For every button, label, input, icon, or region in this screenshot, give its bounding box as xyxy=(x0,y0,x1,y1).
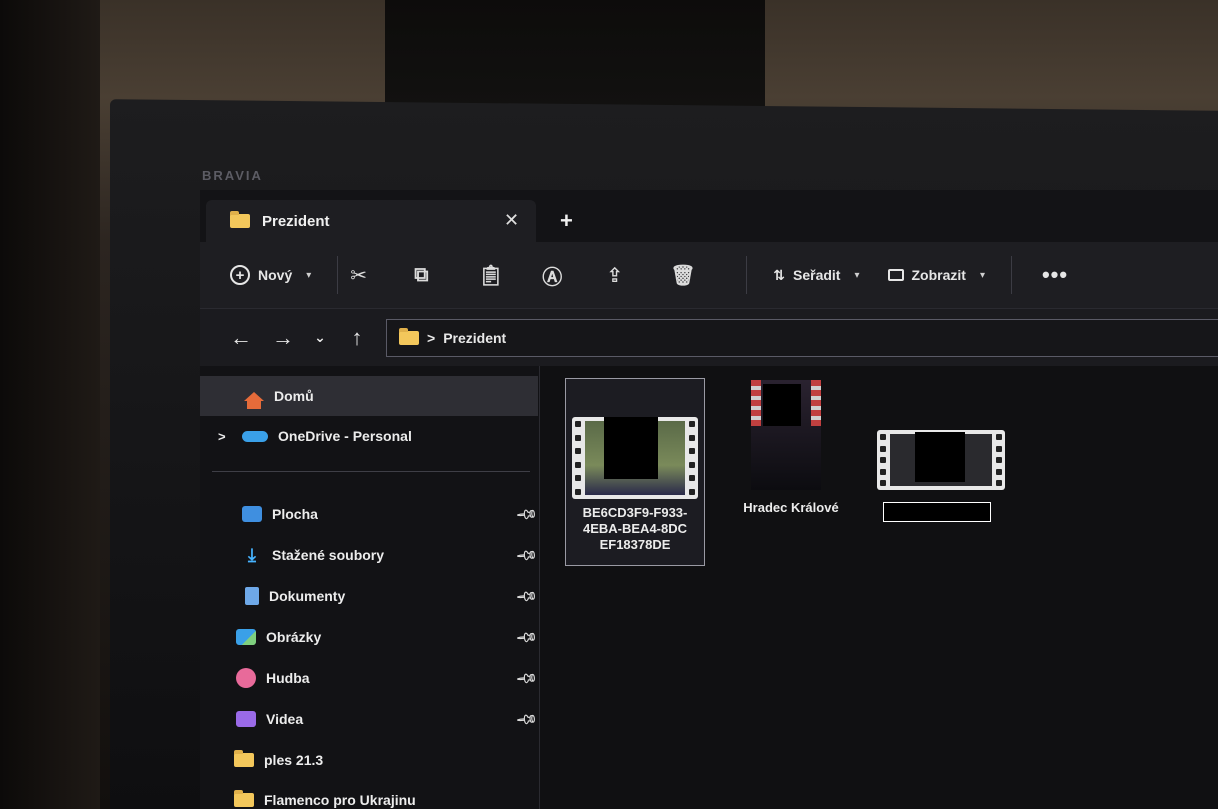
pin-icon[interactable]: 📌︎ xyxy=(515,502,539,526)
back-arrow-icon[interactable]: ← xyxy=(220,325,262,351)
file-item-hradec[interactable]: Hradec Králové xyxy=(721,378,861,528)
view-button[interactable]: Zobrazit ▾ xyxy=(887,267,985,283)
cloud-icon xyxy=(242,430,268,442)
pictures-icon xyxy=(236,629,256,645)
pin-icon[interactable]: 📌︎ xyxy=(515,625,539,649)
file-explorer-window: Prezident ✕ + + Nový ▾ ✂ ⧉ 📋︎ Ⓐ ⇪ 🗑︎ ⇅ S… xyxy=(200,190,1218,809)
sidebar-item-downloads[interactable]: ⤓ Stažené soubory 📌︎ xyxy=(200,535,539,575)
cut-icon[interactable]: ✂ xyxy=(350,263,414,288)
delete-icon[interactable]: 🗑︎ xyxy=(670,263,734,288)
sidebar-item-pictures[interactable]: Obrázky 📌︎ xyxy=(200,617,539,657)
file-name-line: BE6CD3F9-F933- xyxy=(582,505,688,520)
monitor-brand: BRAVIA xyxy=(202,168,263,183)
redacted-file-name xyxy=(883,502,991,522)
toolbar-separator xyxy=(1010,256,1012,294)
video-thumbnail xyxy=(572,417,698,499)
redaction-box xyxy=(915,432,965,482)
file-name-line: 4EBA-BEA4-8DC xyxy=(582,521,688,536)
toolbar-separator xyxy=(746,256,748,294)
address-bar[interactable]: > Prezident xyxy=(386,319,1218,357)
folder-icon xyxy=(230,211,250,228)
sidebar-item-documents[interactable]: Dokumenty 📌︎ xyxy=(200,576,539,616)
sidebar-item-plocha[interactable]: Plocha 📌︎ xyxy=(200,494,539,534)
copy-icon[interactable]: ⧉ xyxy=(414,264,478,287)
more-options-icon[interactable]: ••• xyxy=(1042,262,1068,288)
tab-bar: Prezident ✕ + xyxy=(200,190,1218,242)
file-item-video-2[interactable] xyxy=(871,418,1011,538)
chevron-down-icon: ▾ xyxy=(979,269,985,281)
file-name-line: EF18378DE xyxy=(599,537,671,552)
video-icon xyxy=(236,711,256,727)
chevron-down-icon: ▾ xyxy=(306,269,312,281)
folder-icon xyxy=(234,750,254,767)
music-icon xyxy=(236,668,256,688)
recent-locations-icon[interactable]: ⌄ xyxy=(304,329,336,346)
sidebar-item-music[interactable]: Hudba 📌︎ xyxy=(200,658,539,698)
pin-icon[interactable]: 📌︎ xyxy=(515,707,539,731)
sort-button[interactable]: ⇅ Seřadit ▾ xyxy=(773,267,859,284)
sidebar-item-ples[interactable]: ples 21.3 xyxy=(200,740,538,780)
image-thumbnail xyxy=(751,380,821,490)
sort-icon: ⇅ xyxy=(773,266,785,283)
new-tab-button[interactable]: + xyxy=(560,208,573,234)
up-arrow-icon[interactable]: ↑ xyxy=(336,325,378,351)
share-icon[interactable]: ⇪ xyxy=(606,263,670,288)
chevron-down-icon: ▾ xyxy=(854,269,860,281)
pin-icon[interactable]: 📌︎ xyxy=(515,543,539,567)
sidebar-item-onedrive[interactable]: > OneDrive - Personal xyxy=(200,416,538,456)
sidebar-divider xyxy=(212,471,530,472)
forward-arrow-icon[interactable]: → xyxy=(262,325,304,351)
dark-wall xyxy=(0,0,100,809)
download-icon: ⤓ xyxy=(248,544,256,565)
breadcrumb-separator: > xyxy=(427,330,436,346)
view-icon xyxy=(887,269,904,281)
navigation-pane: Domů > OneDrive - Personal Plocha 📌︎ ⤓ S… xyxy=(200,366,540,809)
file-list: BE6CD3F9-F933- 4EBA-BEA4-8DC EF18378DE H… xyxy=(541,366,1218,809)
tab-title: Prezident xyxy=(262,212,330,230)
sort-label: Seřadit xyxy=(793,267,841,283)
new-button[interactable]: + Nový ▾ xyxy=(230,265,311,285)
sidebar-item-videos[interactable]: Videa 📌︎ xyxy=(200,699,539,739)
breadcrumb-prezident[interactable]: Prezident xyxy=(443,330,506,346)
desktop-icon xyxy=(242,506,262,522)
folder-icon xyxy=(234,790,254,807)
plus-icon: + xyxy=(230,265,250,285)
new-label: Nový xyxy=(258,267,293,283)
pin-icon[interactable]: 📌︎ xyxy=(515,666,539,690)
pin-icon[interactable]: 📌︎ xyxy=(515,584,539,608)
sidebar-item-flamenco[interactable]: Flamenco pro Ukrajinu xyxy=(200,780,538,809)
file-item-video-1[interactable]: BE6CD3F9-F933- 4EBA-BEA4-8DC EF18378DE xyxy=(565,378,705,566)
view-label: Zobrazit xyxy=(911,267,966,283)
rename-icon[interactable]: Ⓐ xyxy=(542,261,606,290)
close-tab-icon[interactable]: ✕ xyxy=(504,210,519,231)
tab-prezident[interactable]: Prezident ✕ xyxy=(206,200,536,242)
sidebar-item-home[interactable]: Domů xyxy=(200,376,538,416)
video-thumbnail xyxy=(877,430,1005,490)
redaction-box xyxy=(763,384,801,426)
expand-chevron-icon[interactable]: > xyxy=(218,429,242,444)
paste-icon[interactable]: 📋︎ xyxy=(478,263,542,288)
folder-icon xyxy=(399,328,419,345)
file-name: Hradec Králové xyxy=(743,500,839,515)
redaction-box xyxy=(604,417,658,479)
toolbar-separator xyxy=(337,256,339,294)
document-icon xyxy=(245,587,259,605)
navigation-bar: ← → ⌄ ↑ > Prezident xyxy=(200,308,1218,366)
home-icon xyxy=(244,391,264,409)
command-bar: + Nový ▾ ✂ ⧉ 📋︎ Ⓐ ⇪ 🗑︎ ⇅ Seřadit ▾ Zobra… xyxy=(200,242,1218,308)
